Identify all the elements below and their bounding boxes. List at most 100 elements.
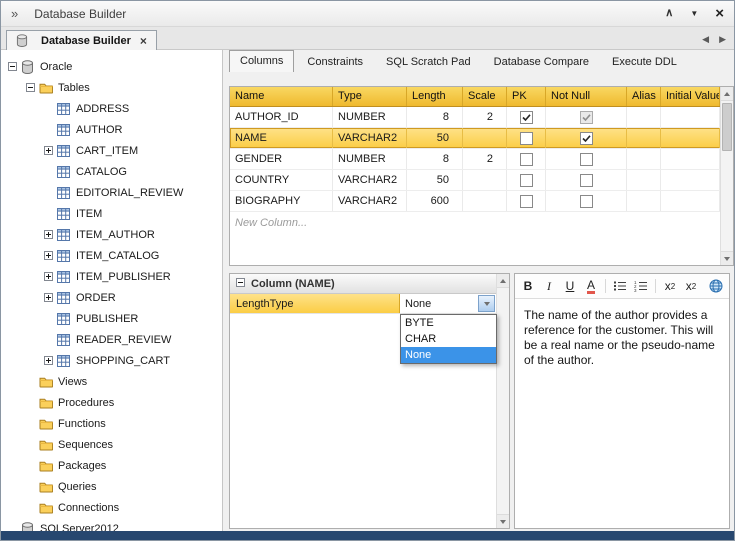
- collapse-expander-icon[interactable]: [7, 62, 18, 71]
- scroll-thumb[interactable]: [722, 103, 732, 151]
- column-header-alias[interactable]: Alias: [627, 87, 661, 106]
- dropdown-option-none[interactable]: None: [401, 347, 496, 363]
- tab-close-icon[interactable]: ×: [140, 35, 147, 47]
- tree-item-sqlserver2012[interactable]: SQLServer2012: [1, 518, 222, 531]
- grid-row-gender[interactable]: GENDERNUMBER82: [230, 149, 720, 170]
- expand-expander-icon[interactable]: [43, 356, 54, 365]
- tree-item-item-publisher[interactable]: ITEM_PUBLISHER: [1, 266, 222, 287]
- tab-sql-scratch-pad[interactable]: SQL Scratch Pad: [376, 52, 481, 72]
- pk-checkbox[interactable]: [520, 132, 533, 145]
- tree-item-catalog[interactable]: CATALOG: [1, 161, 222, 182]
- tree-item-item[interactable]: ITEM: [1, 203, 222, 224]
- tree-item-packages[interactable]: Packages: [1, 455, 222, 476]
- tree-item-queries[interactable]: Queries: [1, 476, 222, 497]
- not-null-checkbox[interactable]: [580, 174, 593, 187]
- tree-item-item-author[interactable]: ITEM_AUTHOR: [1, 224, 222, 245]
- column-header-type[interactable]: Type: [333, 87, 407, 106]
- numbered-list-icon[interactable]: 123: [634, 278, 648, 294]
- dropdown-option-char[interactable]: CHAR: [401, 331, 496, 347]
- property-row-lengthtype[interactable]: LengthType None: [230, 294, 496, 314]
- tree-item-item-catalog[interactable]: ITEM_CATALOG: [1, 245, 222, 266]
- expand-expander-icon[interactable]: [43, 251, 54, 260]
- tab-database-compare[interactable]: Database Compare: [484, 52, 599, 72]
- tree-item-label: ITEM_PUBLISHER: [76, 271, 171, 283]
- grid-row-biography[interactable]: BIOGRAPHYVARCHAR2600: [230, 191, 720, 212]
- triangle-down-icon: [724, 257, 730, 261]
- column-header-initial-value[interactable]: Initial Value: [661, 87, 720, 106]
- dropdown-button[interactable]: [478, 295, 495, 312]
- tab-database-builder[interactable]: Database Builder ×: [6, 30, 157, 50]
- cell-alias: [627, 191, 661, 211]
- collapse-icon[interactable]: ∧: [665, 8, 673, 19]
- tree-item-procedures[interactable]: Procedures: [1, 392, 222, 413]
- column-header-length[interactable]: Length: [407, 87, 463, 106]
- tree-item-reader-review[interactable]: READER_REVIEW: [1, 329, 222, 350]
- lengthtype-value-cell[interactable]: None: [400, 294, 496, 313]
- tree-item-connections[interactable]: Connections: [1, 497, 222, 518]
- tree-item-editorial-review[interactable]: EDITORIAL_REVIEW: [1, 182, 222, 203]
- pk-checkbox[interactable]: [520, 153, 533, 166]
- column-header-name[interactable]: Name: [230, 87, 333, 106]
- tab-scroll-left-icon[interactable]: ◀: [702, 34, 709, 45]
- tab-columns[interactable]: Columns: [229, 50, 294, 72]
- italic-icon[interactable]: I: [542, 278, 556, 294]
- bullet-list-icon[interactable]: [613, 278, 627, 294]
- cell-name: COUNTRY: [230, 170, 333, 190]
- grid-scrollbar[interactable]: [720, 87, 733, 265]
- grid-row-country[interactable]: COUNTRYVARCHAR250: [230, 170, 720, 191]
- tab-execute-ddl[interactable]: Execute DDL: [602, 52, 687, 72]
- expand-expander-icon[interactable]: [43, 230, 54, 239]
- tree-item-oracle[interactable]: Oracle: [1, 56, 222, 77]
- close-icon[interactable]: ×: [715, 6, 724, 21]
- tree-item-functions[interactable]: Functions: [1, 413, 222, 434]
- column-header-pk[interactable]: PK: [507, 87, 546, 106]
- pk-checkbox[interactable]: [520, 195, 533, 208]
- tree-item-views[interactable]: Views: [1, 371, 222, 392]
- hyperlink-icon[interactable]: [709, 278, 723, 294]
- scroll-down-button[interactable]: [721, 251, 733, 265]
- overflow-chevron-icon[interactable]: »: [11, 6, 18, 21]
- grid-row-name[interactable]: NAMEVARCHAR250: [230, 128, 720, 149]
- not-null-checkbox[interactable]: [580, 195, 593, 208]
- scroll-up-button[interactable]: [497, 274, 509, 288]
- scroll-down-button[interactable]: [497, 514, 509, 528]
- table-icon: [57, 103, 72, 115]
- tree-item-order[interactable]: ORDER: [1, 287, 222, 308]
- tab-constraints[interactable]: Constraints: [297, 52, 373, 72]
- tree-item-author[interactable]: AUTHOR: [1, 119, 222, 140]
- expand-expander-icon[interactable]: [43, 293, 54, 302]
- column-header-scale[interactable]: Scale: [463, 87, 507, 106]
- tree-item-address[interactable]: ADDRESS: [1, 98, 222, 119]
- table-icon: [57, 166, 72, 178]
- expand-expander-icon[interactable]: [43, 272, 54, 281]
- collapse-expander-icon[interactable]: [25, 83, 36, 92]
- folder-icon: [39, 418, 54, 430]
- column-header-not-null[interactable]: Not Null: [546, 87, 627, 106]
- tree-item-publisher[interactable]: PUBLISHER: [1, 308, 222, 329]
- dropdown-option-byte[interactable]: BYTE: [401, 315, 496, 331]
- tree-item-sequences[interactable]: Sequences: [1, 434, 222, 455]
- expand-expander-icon[interactable]: [43, 146, 54, 155]
- pk-checkbox[interactable]: [520, 111, 533, 124]
- subscript-icon[interactable]: x2: [684, 278, 698, 294]
- property-group-header[interactable]: Column (NAME): [230, 274, 509, 294]
- window-menu-icon[interactable]: ▼: [690, 10, 698, 18]
- table-icon: [57, 334, 72, 346]
- not-null-checkbox[interactable]: [580, 153, 593, 166]
- grid-row-author-id[interactable]: AUTHOR_IDNUMBER82: [230, 107, 720, 128]
- tree-item-cart-item[interactable]: CART_ITEM: [1, 140, 222, 161]
- props-scrollbar[interactable]: [496, 274, 509, 528]
- underline-icon[interactable]: U: [563, 278, 577, 294]
- pk-checkbox[interactable]: [520, 174, 533, 187]
- scroll-up-button[interactable]: [721, 87, 733, 101]
- tree-item-shopping-cart[interactable]: SHOPPING_CART: [1, 350, 222, 371]
- tree-item-tables[interactable]: Tables: [1, 77, 222, 98]
- tree-item-label: PUBLISHER: [76, 313, 138, 325]
- bold-icon[interactable]: B: [521, 278, 535, 294]
- not-null-checkbox[interactable]: [580, 132, 593, 145]
- font-color-icon[interactable]: A: [584, 278, 598, 294]
- superscript-icon[interactable]: x2: [663, 278, 677, 294]
- tab-scroll-right-icon[interactable]: ▶: [719, 34, 726, 45]
- collapse-expander-icon[interactable]: [236, 278, 245, 290]
- new-column-row[interactable]: New Column...: [230, 212, 720, 233]
